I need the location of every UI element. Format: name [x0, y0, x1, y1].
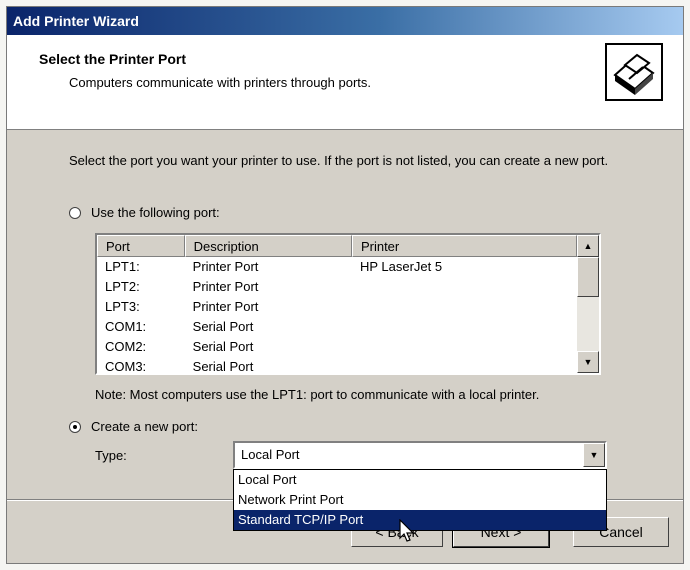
port-list-body: LPT1: Printer Port HP LaserJet 5 LPT2: P… [97, 257, 577, 373]
column-description[interactable]: Description [184, 235, 352, 257]
description-cell: Serial Port [192, 359, 254, 373]
scroll-thumb[interactable] [577, 257, 599, 297]
wizard-header: Select the Printer Port Computers commun… [7, 35, 683, 130]
printer-cell: HP LaserJet 5 [359, 259, 443, 274]
description-cell: Printer Port [192, 299, 259, 314]
window-title: Add Printer Wizard [7, 7, 683, 35]
printer-icon [605, 43, 663, 101]
table-row[interactable]: COM3: Serial Port [97, 357, 577, 373]
port-note: Note: Most computers use the LPT1: port … [95, 387, 540, 402]
use-following-port-label: Use the following port: [91, 205, 220, 220]
create-new-port-label: Create a new port: [91, 419, 198, 434]
port-cell: COM1: [105, 319, 147, 334]
printer-cell [352, 357, 577, 373]
create-new-port-option[interactable]: Create a new port: [69, 419, 198, 434]
port-type-select[interactable]: Local Port ▼ [233, 441, 607, 469]
table-row[interactable]: LPT2: Printer Port [97, 277, 577, 297]
table-row[interactable]: LPT3: Printer Port [97, 297, 577, 317]
port-list[interactable]: Port Description Printer LPT1: Printer P… [95, 233, 601, 375]
intro-text: Select the port you want your printer to… [69, 153, 609, 168]
dropdown-option-standard-tcpip-port[interactable]: Standard TCP/IP Port [234, 510, 606, 530]
create-new-port-radio[interactable] [69, 420, 81, 433]
chevron-down-icon[interactable]: ▼ [583, 443, 605, 467]
table-row[interactable]: LPT1: Printer Port HP LaserJet 5 [97, 257, 577, 277]
table-row[interactable]: COM1: Serial Port [97, 317, 577, 337]
port-cell: LPT1: [105, 259, 140, 274]
add-printer-wizard-window: Add Printer Wizard Select the Printer Po… [6, 6, 684, 564]
port-cell: LPT2: [105, 279, 140, 294]
type-label: Type: [95, 448, 127, 463]
dropdown-option-network-print-port[interactable]: Network Print Port [234, 490, 606, 510]
port-cell: COM2: [105, 339, 147, 354]
printer-cell [352, 297, 577, 317]
scroll-up-icon[interactable]: ▲ [577, 235, 599, 257]
description-cell: Printer Port [192, 279, 259, 294]
mouse-cursor-icon [399, 518, 415, 546]
use-following-port-option[interactable]: Use the following port: [69, 205, 220, 220]
table-row[interactable]: COM2: Serial Port [97, 337, 577, 357]
description-cell: Serial Port [192, 319, 254, 334]
description-cell: Serial Port [192, 339, 254, 354]
scroll-down-icon[interactable]: ▼ [577, 351, 599, 373]
printer-cell [352, 277, 577, 297]
page-subtitle: Computers communicate with printers thro… [69, 75, 372, 90]
description-cell: Printer Port [192, 259, 259, 274]
port-cell: LPT3: [105, 299, 140, 314]
column-printer[interactable]: Printer [351, 235, 577, 257]
use-following-port-radio[interactable] [69, 206, 81, 219]
page-title: Select the Printer Port [39, 51, 187, 67]
dropdown-option-local-port[interactable]: Local Port [234, 470, 606, 490]
port-type-value: Local Port [241, 447, 300, 462]
printer-cell [352, 337, 577, 357]
port-cell: COM3: [105, 359, 147, 373]
port-type-dropdown-list[interactable]: Local Port Network Print Port Standard T… [233, 469, 607, 531]
printer-cell [352, 317, 577, 337]
port-list-scrollbar[interactable]: ▲ ▼ [577, 235, 599, 373]
port-list-header: Port Description Printer [97, 235, 577, 257]
column-port[interactable]: Port [97, 235, 185, 257]
